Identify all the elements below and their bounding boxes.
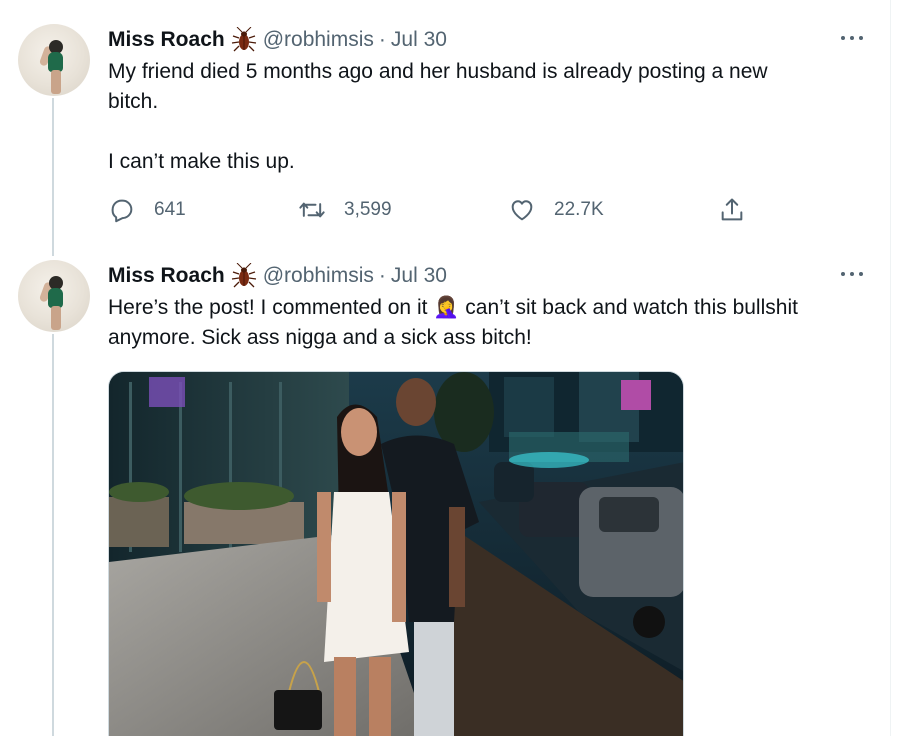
tweet-text: Here’s the post! I commented on it 🤦‍♀️ … bbox=[108, 293, 878, 353]
retweet-icon bbox=[299, 202, 325, 218]
facepalm-emoji: 🤦‍♀️ bbox=[433, 296, 460, 319]
tweet-text-part: Here’s the post! I commented on it bbox=[108, 296, 434, 319]
share-icon bbox=[721, 198, 743, 221]
author-handle[interactable]: @robhimsis bbox=[263, 264, 374, 288]
tweet[interactable]: Miss Roach @robhimsis · Jul 30 My friend… bbox=[0, 0, 890, 256]
tweet-date[interactable]: Jul 30 bbox=[391, 264, 447, 288]
avatar[interactable] bbox=[18, 24, 90, 96]
share-button[interactable] bbox=[718, 194, 764, 226]
separator: · bbox=[378, 28, 386, 51]
like-count: 22.7K bbox=[554, 199, 604, 220]
cockroach-icon bbox=[231, 262, 257, 289]
like-button[interactable]: 22.7K bbox=[508, 194, 604, 226]
author-name[interactable]: Miss Roach bbox=[108, 28, 225, 52]
author-handle[interactable]: @robhimsis bbox=[263, 28, 374, 52]
avatar[interactable] bbox=[18, 260, 90, 332]
tweet-header: Miss Roach @robhimsis · Jul 30 bbox=[108, 26, 447, 53]
reply-count: 641 bbox=[154, 199, 186, 220]
more-options-icon[interactable] bbox=[838, 264, 866, 284]
tweet-date[interactable]: Jul 30 bbox=[391, 28, 447, 52]
separator: · bbox=[378, 264, 386, 287]
reply-icon bbox=[111, 199, 133, 223]
tweet-text: My friend died 5 months ago and her husb… bbox=[108, 60, 768, 173]
timeline-border bbox=[890, 0, 891, 736]
cockroach-icon bbox=[231, 26, 257, 53]
more-options-icon[interactable] bbox=[838, 28, 866, 48]
photo-image bbox=[109, 372, 683, 736]
tweet-header: Miss Roach @robhimsis · Jul 30 bbox=[108, 262, 447, 289]
tweet-actions: 641 3,599 22.7K bbox=[108, 194, 758, 226]
author-name[interactable]: Miss Roach bbox=[108, 264, 225, 288]
retweet-count: 3,599 bbox=[344, 199, 392, 220]
heart-icon bbox=[511, 200, 533, 221]
tweet-photo[interactable] bbox=[108, 371, 684, 736]
retweet-button[interactable]: 3,599 bbox=[298, 194, 392, 226]
reply-button[interactable]: 641 bbox=[108, 194, 186, 226]
